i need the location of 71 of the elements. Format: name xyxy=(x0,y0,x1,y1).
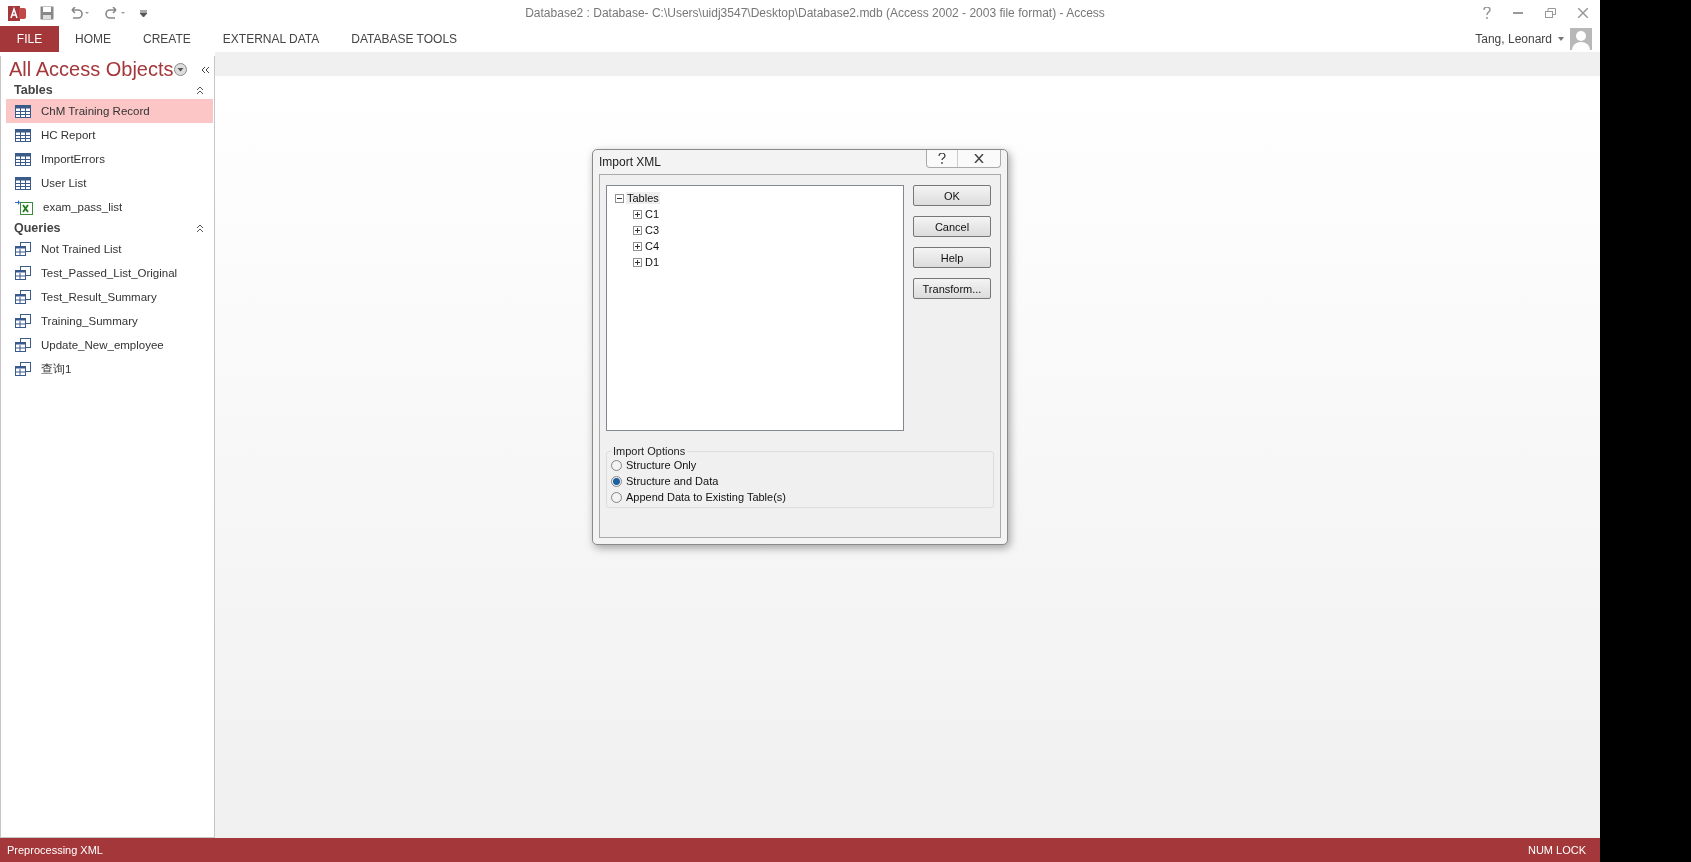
radio-option[interactable]: Structure and Data xyxy=(611,475,989,487)
caret-icon[interactable] xyxy=(1558,37,1564,41)
navigation-item[interactable]: User List xyxy=(6,171,213,195)
dropdown-icon[interactable] xyxy=(173,63,187,76)
restore-icon[interactable] xyxy=(1545,8,1556,18)
expand-icon[interactable] xyxy=(633,209,642,219)
tree-item[interactable]: C3 xyxy=(644,224,661,236)
dialog-button[interactable]: Help xyxy=(913,247,991,268)
dialog-button[interactable]: Cancel xyxy=(913,216,991,237)
tree-item[interactable]: Tables xyxy=(626,192,660,204)
save-icon[interactable] xyxy=(40,6,54,20)
query-icon xyxy=(15,338,31,352)
collapse-icon[interactable] xyxy=(196,85,204,95)
radio-label: Structure Only xyxy=(626,459,697,471)
ribbon-tab[interactable]: DATABASE TOOLS xyxy=(335,26,474,52)
navigation-item[interactable]: Test_Result_Summary xyxy=(6,285,213,309)
query-icon xyxy=(15,290,31,304)
collapse-icon[interactable] xyxy=(615,193,624,203)
redo-icon[interactable] xyxy=(104,7,126,19)
query-icon xyxy=(15,314,31,328)
radio-label: Structure and Data xyxy=(626,475,719,487)
ribbon-tab[interactable]: EXTERNAL DATA xyxy=(206,26,336,52)
tree-item[interactable]: C4 xyxy=(644,240,661,252)
navigation-item[interactable]: Test_Passed_List_Original xyxy=(6,261,213,285)
radio-option[interactable]: Structure Only xyxy=(611,459,989,471)
query-icon xyxy=(15,266,31,280)
tree-item[interactable]: D1 xyxy=(644,256,661,268)
file-tab[interactable]: FILE xyxy=(0,26,59,52)
radio-label: Append Data to Existing Table(s) xyxy=(626,491,786,503)
status-indicator: NUM LOCK xyxy=(1527,844,1586,856)
group-label: Import Options xyxy=(612,445,687,457)
navigation-item[interactable]: Not Trained List xyxy=(6,237,213,261)
navigation-item[interactable]: ChM Training Record xyxy=(6,99,213,123)
ribbon-tab[interactable]: HOME xyxy=(59,26,127,52)
account-name[interactable]: Tang, Leonard xyxy=(1475,32,1552,46)
table-icon xyxy=(15,152,31,166)
navigation-item[interactable]: ImportErrors xyxy=(6,147,213,171)
help-icon[interactable] xyxy=(1483,7,1491,19)
status-message: Preprocessing XML xyxy=(7,844,103,856)
table-icon xyxy=(15,176,31,190)
navigation-title[interactable]: All Access Objects xyxy=(9,58,174,81)
group-header[interactable]: Queries xyxy=(14,221,61,235)
table-icon xyxy=(15,128,31,142)
undo-icon[interactable] xyxy=(68,7,90,19)
window-title: Database2 : Database- C:\Users\uidj3547\Desktop\Database2.mdb (Access 2002 - 2003 file format) - Access xyxy=(524,6,1106,20)
query-icon xyxy=(15,362,31,376)
navigation-item[interactable]: 查询1 xyxy=(6,357,213,381)
collapse-icon[interactable] xyxy=(196,223,204,233)
query-icon xyxy=(15,242,31,256)
tree-item[interactable]: C1 xyxy=(644,208,661,220)
navigation-item[interactable]: HC Report xyxy=(6,123,213,147)
navigation-item[interactable]: Update_New_employee xyxy=(6,333,213,357)
dialog-title: Import XML xyxy=(599,155,661,169)
expand-icon[interactable] xyxy=(633,241,642,251)
radio-button[interactable] xyxy=(611,475,622,487)
navigation-item[interactable]: Training_Summary xyxy=(6,309,213,333)
navigation-item[interactable]: exam_pass_list xyxy=(6,195,213,219)
dialog-button[interactable]: OK xyxy=(913,185,991,206)
collapse-pane-icon[interactable] xyxy=(201,65,210,74)
radio-option[interactable]: Append Data to Existing Table(s) xyxy=(611,491,989,503)
group-header[interactable]: Tables xyxy=(14,83,53,97)
dialog-button[interactable]: Transform... xyxy=(913,278,991,299)
expand-icon[interactable] xyxy=(633,225,642,235)
table-icon xyxy=(15,104,31,118)
expand-icon[interactable] xyxy=(633,257,642,267)
ribbon-tab[interactable]: CREATE xyxy=(127,26,207,52)
linked-excel-icon xyxy=(15,199,33,215)
radio-button[interactable] xyxy=(611,459,622,471)
app-logo-icon xyxy=(8,4,26,22)
radio-button[interactable] xyxy=(611,491,622,503)
customize-toolbar-icon[interactable] xyxy=(140,9,147,17)
